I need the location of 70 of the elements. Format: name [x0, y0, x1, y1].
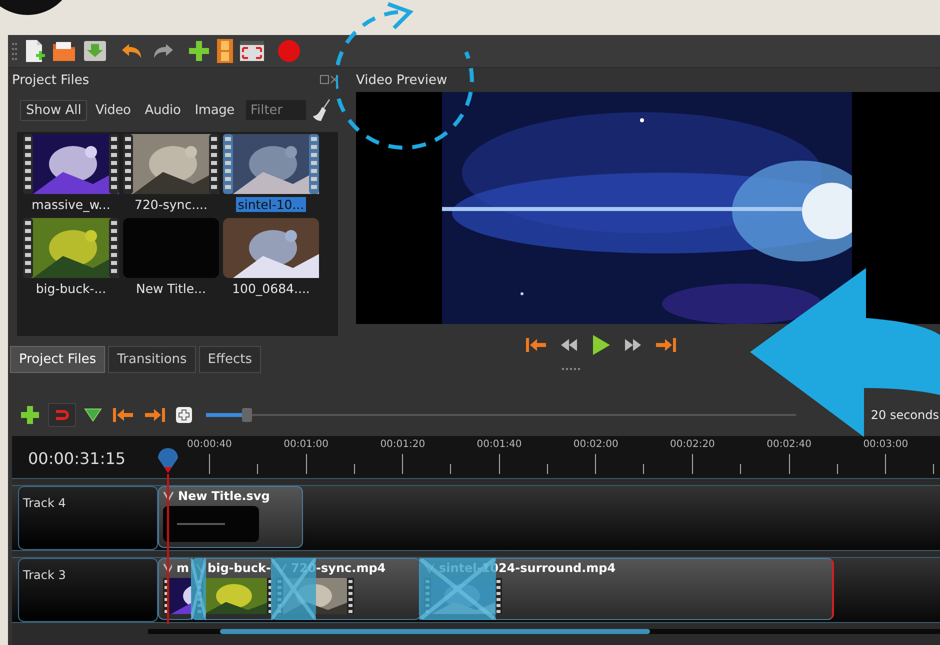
ruler-label: 00:02:40: [766, 439, 812, 450]
new-file-icon: [23, 39, 45, 63]
jump-end-icon: [144, 407, 166, 423]
filter-button[interactable]: Show All: [20, 100, 88, 120]
ruler-label: 00:01:20: [380, 439, 426, 450]
fullscreen-button[interactable]: [238, 39, 266, 63]
add-track-button[interactable]: [18, 403, 42, 427]
broom-icon[interactable]: [312, 98, 332, 122]
playhead-icon[interactable]: [157, 448, 179, 474]
play-icon: [591, 334, 611, 356]
plus-icon: [188, 40, 210, 62]
previous-marker-button[interactable]: [110, 405, 136, 425]
jump-start-icon: [525, 337, 547, 353]
add-track-button[interactable]: [186, 38, 212, 64]
grip-icon: [12, 41, 18, 61]
film-strip-button[interactable]: [215, 37, 235, 65]
clip-title: New Title.svg: [178, 489, 270, 503]
next-marker-button[interactable]: [142, 405, 168, 425]
dock-tab[interactable]: Effects: [198, 346, 261, 373]
plus-icon: [20, 405, 40, 425]
ruler-label: 00:01:00: [284, 439, 329, 450]
ruler-label: 00:02:00: [573, 439, 618, 450]
marker-icon: [84, 408, 102, 422]
dock-controls-icon: [320, 75, 340, 85]
fast-forward-icon: [623, 338, 643, 352]
track-name: Track 4: [23, 496, 66, 510]
track-header[interactable]: Track 4: [18, 486, 158, 550]
dock-tab[interactable]: Project Files: [10, 346, 106, 373]
scrollbar-thumb[interactable]: [220, 629, 650, 634]
track-header[interactable]: Track 3: [18, 558, 158, 622]
clip-menu-icon[interactable]: [163, 491, 174, 501]
ruler-label: 00:02:20: [670, 439, 715, 450]
filter-button[interactable]: Audio: [138, 100, 187, 120]
timecode: 00:00:31:15: [28, 449, 126, 468]
panel-title: Video Preview: [356, 72, 448, 88]
ruler-label: 00:03:00: [863, 439, 908, 450]
save-button[interactable]: [81, 38, 109, 64]
file-name[interactable]: massive_w...: [30, 197, 112, 212]
track-name: Track 3: [23, 568, 66, 582]
filter-button[interactable]: Video: [89, 100, 137, 120]
zoom-label: 20 seconds: [870, 408, 940, 422]
ruler-label: 00:01:40: [476, 439, 522, 450]
resize-handle-icon[interactable]: [562, 368, 580, 371]
file-name[interactable]: sintel-10...: [236, 197, 306, 212]
jump-start-icon: [112, 407, 134, 423]
add-marker-button[interactable]: [82, 406, 104, 424]
clip-menu-icon[interactable]: [163, 563, 172, 573]
clip[interactable]: New Title.svg: [158, 486, 303, 548]
zoom-fit-button[interactable]: [174, 405, 194, 425]
panel-title: Project Files: [12, 72, 90, 88]
rewind-icon: [559, 338, 579, 352]
fullscreen-icon: [240, 41, 264, 61]
file-name[interactable]: New Title...: [134, 281, 208, 296]
magnet-icon: [54, 408, 70, 422]
file-name[interactable]: 720-sync....: [132, 197, 210, 212]
snap-button[interactable]: [48, 403, 76, 427]
folder-icon: [52, 40, 76, 62]
dock-tab[interactable]: Transitions: [108, 346, 196, 373]
filter-button[interactable]: Image: [188, 100, 240, 120]
clip-title: big-buck-: [208, 561, 271, 575]
record-icon: [277, 39, 301, 63]
jump-end-icon: [655, 337, 677, 353]
film-strip-icon: [217, 39, 233, 63]
save-icon: [83, 40, 107, 62]
ruler-label: 00:00:40: [187, 439, 232, 450]
center-icon: [176, 407, 192, 423]
file-name[interactable]: 100_0684....: [230, 281, 312, 296]
clip-title: m: [176, 561, 189, 575]
file-name[interactable]: big-buck-...: [34, 281, 108, 296]
filter-field[interactable]: Filter: [246, 100, 306, 120]
